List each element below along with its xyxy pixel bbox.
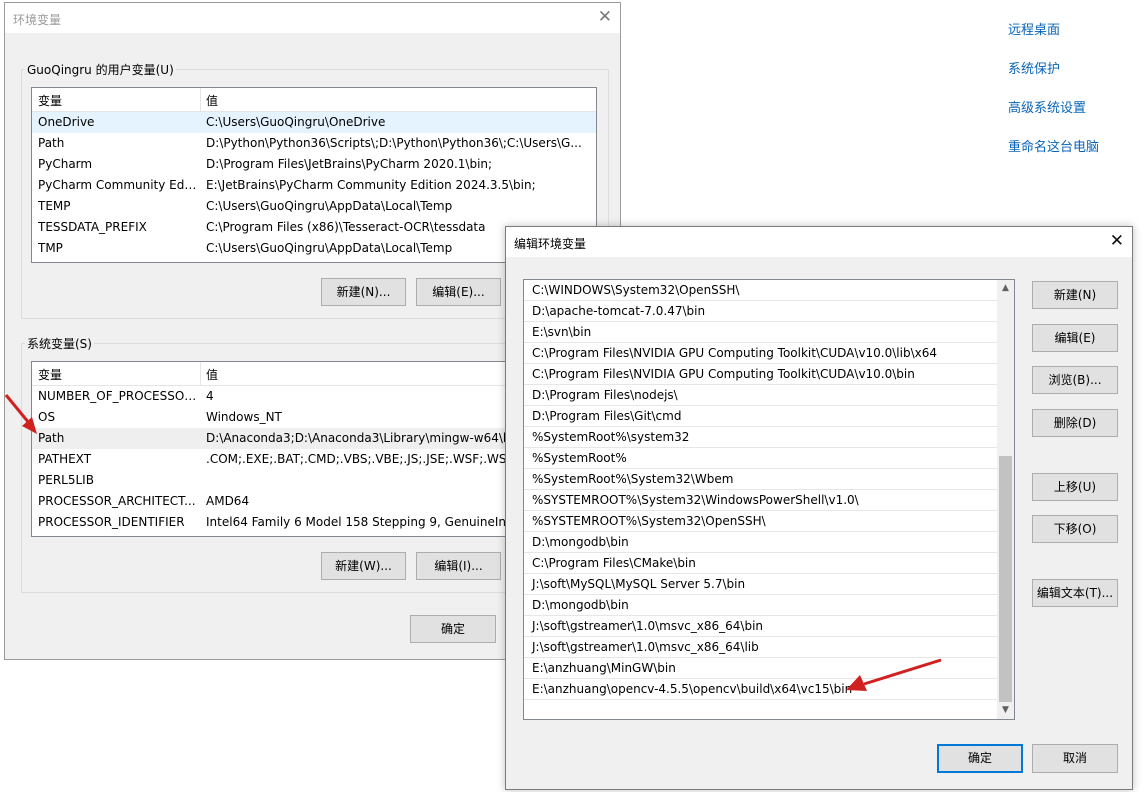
dialog-title: 环境变量 (13, 13, 62, 27)
right-links: 远程桌面 系统保护 高级系统设置 重命名这台电脑 (1008, 20, 1099, 176)
list-scrollbar[interactable]: ▲ ▼ (997, 280, 1014, 719)
ok-button[interactable]: 确定 (937, 744, 1023, 773)
list-item[interactable]: J:\soft\gstreamer\1.0\msvc_x86_64\lib (524, 637, 999, 658)
list-item[interactable]: D:\Program Files\Git\cmd (524, 406, 999, 427)
table-row[interactable]: PyCharm Community Editi... E:\JetBrains\P… (32, 175, 596, 196)
list-item[interactable]: D:\apache-tomcat-7.0.47\bin (524, 301, 999, 322)
list-item[interactable]: E:\anzhuang\opencv-4.5.5\opencv\build\x6… (524, 679, 999, 700)
scroll-down-icon[interactable]: ▼ (997, 702, 1014, 719)
column-header-value[interactable]: 值 (206, 92, 218, 109)
list-item[interactable]: %SystemRoot% (524, 448, 999, 469)
list-item[interactable]: %SystemRoot%\system32 (524, 427, 999, 448)
table-row[interactable]: TEMP C:\Users\GuoQingru\AppData\Local\Tem… (32, 196, 596, 217)
edit-button[interactable]: 编辑(E) (1032, 324, 1118, 352)
user-new-button[interactable]: 新建(N)... (321, 278, 406, 306)
title-bar: 环境变量 ✕ (5, 3, 620, 33)
browse-button[interactable]: 浏览(B)... (1032, 366, 1118, 394)
list-item[interactable]: E:\svn\bin (524, 322, 999, 343)
list-item[interactable]: C:\WINDOWS\System32\OpenSSH\ (524, 280, 999, 301)
close-icon[interactable]: ✕ (1110, 232, 1124, 250)
edit-environment-variable-dialog: 编辑环境变量 ✕ C:\WINDOWS\System32\OpenSSH\ D:… (505, 226, 1133, 790)
system-new-button[interactable]: 新建(W)... (321, 552, 406, 580)
column-header-variable[interactable]: 变量 (38, 366, 62, 383)
link-system-protection[interactable]: 系统保护 (1008, 59, 1099, 98)
user-vars-label: GuoQingru 的用户变量(U) (25, 61, 176, 78)
close-icon[interactable]: ✕ (598, 8, 612, 26)
table-header: 变量 值 (32, 88, 596, 112)
list-item[interactable]: %SystemRoot%\System32\Wbem (524, 469, 999, 490)
new-button[interactable]: 新建(N) (1032, 281, 1118, 309)
delete-button[interactable]: 删除(D) (1032, 409, 1118, 437)
list-item[interactable]: E:\anzhuang\MinGW\bin (524, 658, 999, 679)
edit-text-button[interactable]: 编辑文本(T)... (1032, 579, 1118, 607)
list-item[interactable]: C:\Program Files\NVIDIA GPU Computing To… (524, 343, 999, 364)
dialog-title: 编辑环境变量 (514, 237, 587, 251)
list-item[interactable]: %SYSTEMROOT%\System32\OpenSSH\ (524, 511, 999, 532)
list-item[interactable]: J:\soft\MySQL\MySQL Server 5.7\bin (524, 574, 999, 595)
list-item[interactable]: %SYSTEMROOT%\System32\WindowsPowerShell\… (524, 490, 999, 511)
cancel-button[interactable]: 取消 (1032, 744, 1118, 773)
path-list[interactable]: C:\WINDOWS\System32\OpenSSH\ D:\apache-t… (523, 279, 1015, 720)
link-rename-pc[interactable]: 重命名这台电脑 (1008, 137, 1099, 176)
ok-button[interactable]: 确定 (410, 615, 496, 643)
move-up-button[interactable]: 上移(U) (1032, 473, 1118, 501)
scroll-up-icon[interactable]: ▲ (997, 280, 1014, 297)
list-item[interactable]: J:\soft\gstreamer\1.0\msvc_x86_64\bin (524, 616, 999, 637)
user-edit-button[interactable]: 编辑(E)... (416, 278, 501, 306)
move-down-button[interactable]: 下移(O) (1032, 515, 1118, 543)
column-header-value[interactable]: 值 (206, 366, 218, 383)
scroll-thumb[interactable] (999, 456, 1012, 702)
table-row[interactable]: OneDrive C:\Users\GuoQingru\OneDrive (32, 112, 596, 133)
link-advanced-system-settings[interactable]: 高级系统设置 (1008, 98, 1099, 137)
system-edit-button[interactable]: 编辑(I)... (416, 552, 501, 580)
list-item[interactable]: C:\Program Files\NVIDIA GPU Computing To… (524, 364, 999, 385)
table-row[interactable]: Path D:\Python\Python36\Scripts\;D:\Pytho… (32, 133, 596, 154)
list-item[interactable]: D:\Program Files\nodejs\ (524, 385, 999, 406)
list-item[interactable]: D:\mongodb\bin (524, 595, 999, 616)
list-item[interactable]: C:\Program Files\CMake\bin (524, 553, 999, 574)
link-remote-desktop[interactable]: 远程桌面 (1008, 20, 1099, 59)
column-header-variable[interactable]: 变量 (38, 92, 62, 109)
title-bar: 编辑环境变量 ✕ (506, 227, 1132, 257)
system-vars-label: 系统变量(S) (25, 335, 94, 352)
table-row[interactable]: PyCharm D:\Program Files\JetBrains\PyChar… (32, 154, 596, 175)
list-item[interactable]: D:\mongodb\bin (524, 532, 999, 553)
